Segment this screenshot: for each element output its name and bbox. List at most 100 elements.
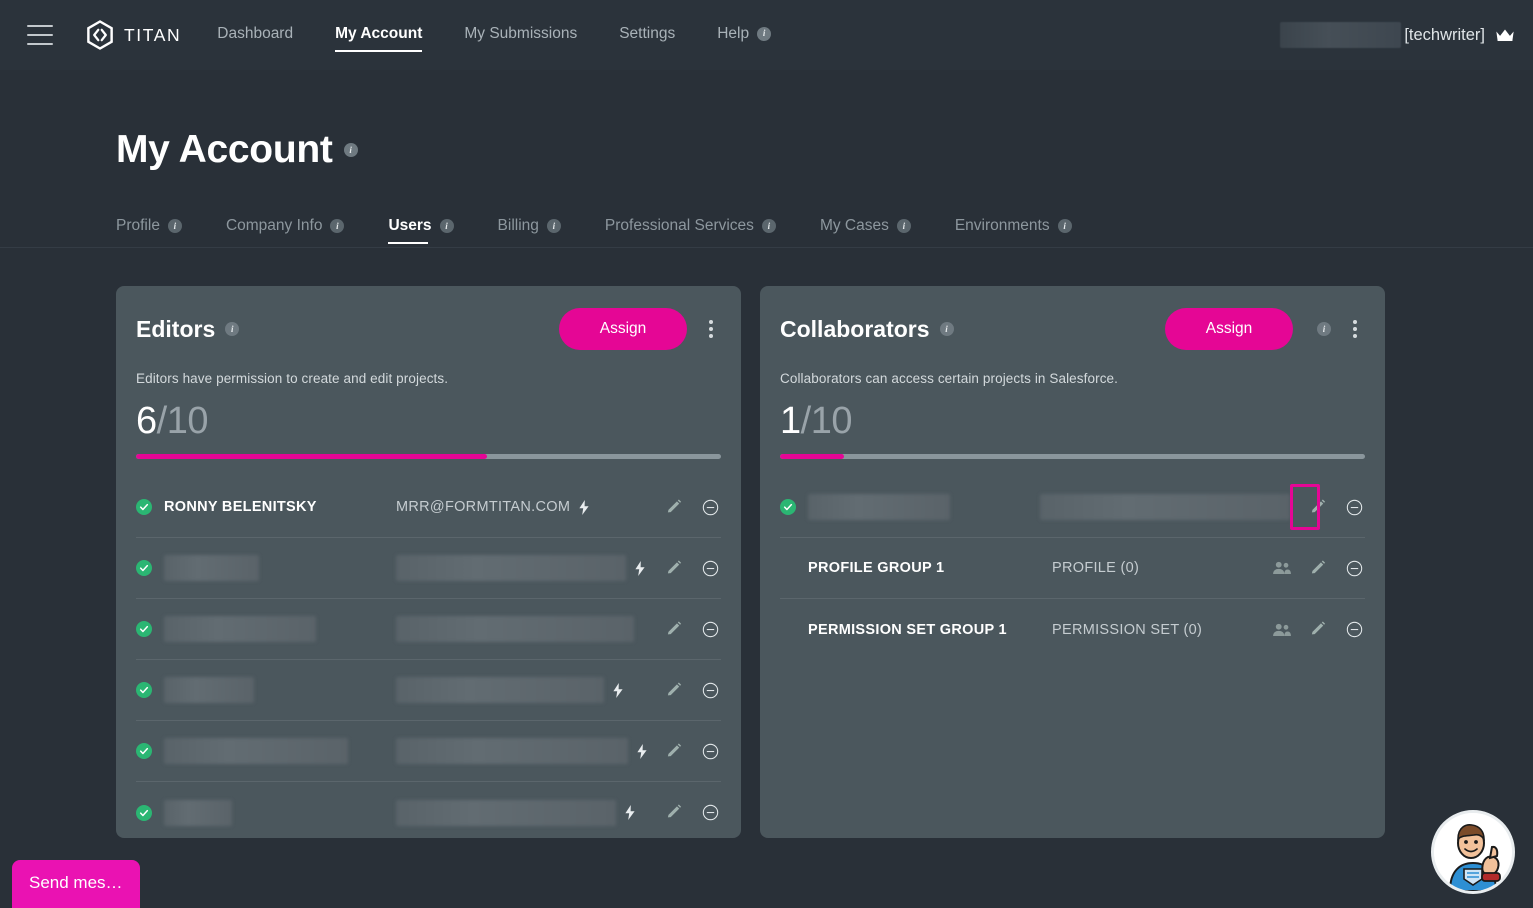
info-icon[interactable]: i bbox=[896, 219, 911, 233]
collaborator-name bbox=[808, 494, 1040, 520]
editors-progress-bar bbox=[136, 454, 721, 459]
nav-link-help[interactable]: Help i bbox=[717, 0, 772, 70]
send-message-button[interactable]: Send mes… bbox=[12, 860, 140, 908]
remove-user-icon[interactable] bbox=[699, 496, 721, 518]
group-type: PROFILE (0) bbox=[1052, 560, 1140, 576]
salesforce-bolt-icon bbox=[613, 682, 623, 698]
tab-label: Environments bbox=[954, 217, 1050, 234]
info-icon[interactable]: i bbox=[1317, 322, 1331, 336]
table-row[interactable]: PROFILE GROUP 1 PROFILE (0) bbox=[780, 538, 1365, 599]
info-icon[interactable]: i bbox=[939, 322, 954, 336]
titan-hexagon-icon bbox=[85, 20, 115, 50]
tab-billing[interactable]: Billing i bbox=[498, 204, 561, 248]
remove-user-icon[interactable] bbox=[699, 557, 721, 579]
collaborators-overflow-menu-icon[interactable] bbox=[1345, 318, 1365, 340]
remove-user-icon[interactable] bbox=[699, 740, 721, 762]
user-name: RONNY BELENITSKY bbox=[164, 499, 317, 515]
nav-link-settings[interactable]: Settings bbox=[619, 0, 675, 70]
brand-logo[interactable]: TITAN bbox=[85, 20, 181, 50]
edit-pencil-icon[interactable] bbox=[663, 740, 685, 762]
collaborator-email-cell bbox=[1040, 494, 1307, 520]
edit-pencil-icon[interactable] bbox=[1307, 619, 1329, 641]
user-name bbox=[164, 677, 396, 703]
collaborators-progress-fill bbox=[780, 454, 845, 459]
edit-pencil-icon[interactable] bbox=[1307, 557, 1329, 579]
editors-count-total: /10 bbox=[156, 400, 209, 442]
collaborators-assign-button[interactable]: Assign bbox=[1165, 308, 1293, 350]
edit-pencil-icon[interactable] bbox=[663, 679, 685, 701]
nav-link-dashboard[interactable]: Dashboard bbox=[217, 0, 293, 70]
redacted-user-name bbox=[164, 738, 348, 764]
collaborators-description: Collaborators can access certain project… bbox=[780, 371, 1119, 386]
table-row[interactable] bbox=[136, 599, 721, 660]
table-row[interactable] bbox=[136, 721, 721, 782]
support-mascot-avatar[interactable] bbox=[1431, 810, 1515, 894]
top-navigation-bar: TITAN Dashboard My Account My Submission… bbox=[0, 0, 1533, 70]
edit-pencil-icon[interactable] bbox=[1307, 496, 1329, 518]
user-email-cell bbox=[396, 738, 663, 764]
edit-pencil-icon[interactable] bbox=[663, 557, 685, 579]
hamburger-menu-icon[interactable] bbox=[27, 25, 53, 45]
remove-user-icon[interactable] bbox=[699, 618, 721, 640]
info-icon[interactable]: i bbox=[439, 219, 454, 233]
table-row[interactable] bbox=[136, 782, 721, 843]
nav-link-my-account[interactable]: My Account bbox=[335, 0, 423, 70]
group-name: PERMISSION SET GROUP 1 bbox=[808, 621, 1007, 638]
status-active-check-icon bbox=[136, 682, 152, 698]
table-row[interactable] bbox=[136, 660, 721, 721]
redacted-user-name bbox=[164, 616, 316, 642]
table-row[interactable]: RONNY BELENITSKY MRR@FORMTITAN.COM bbox=[136, 477, 721, 538]
tab-environments[interactable]: Environments i bbox=[955, 204, 1072, 248]
redacted-user-name bbox=[164, 799, 232, 826]
remove-group-icon[interactable] bbox=[1343, 557, 1365, 579]
table-row[interactable] bbox=[136, 538, 721, 599]
info-icon[interactable]: i bbox=[1057, 219, 1072, 233]
brand-name: TITAN bbox=[124, 24, 182, 45]
info-icon[interactable]: i bbox=[167, 219, 182, 233]
remove-group-icon[interactable] bbox=[1343, 619, 1365, 641]
user-name bbox=[164, 738, 396, 764]
salesforce-bolt-icon bbox=[637, 743, 647, 759]
edit-pencil-icon[interactable] bbox=[663, 618, 685, 640]
tab-profile[interactable]: Profile i bbox=[116, 204, 182, 248]
tab-my-cases[interactable]: My Cases i bbox=[820, 204, 911, 248]
tab-users[interactable]: Users i bbox=[388, 204, 454, 248]
redacted-user-email bbox=[396, 677, 604, 703]
edit-pencil-icon[interactable] bbox=[663, 802, 685, 824]
edit-pencil-icon[interactable] bbox=[663, 496, 685, 518]
tab-professional-services[interactable]: Professional Services i bbox=[605, 204, 776, 248]
remove-user-icon[interactable] bbox=[699, 679, 721, 701]
members-group-icon[interactable] bbox=[1271, 557, 1293, 579]
info-icon[interactable]: i bbox=[761, 219, 776, 233]
remove-user-icon[interactable] bbox=[699, 802, 721, 824]
editors-progress-fill bbox=[136, 454, 487, 459]
info-icon[interactable]: i bbox=[343, 143, 358, 157]
info-icon[interactable]: i bbox=[330, 219, 345, 233]
salesforce-bolt-icon bbox=[625, 805, 635, 820]
info-icon[interactable]: i bbox=[225, 322, 240, 336]
info-icon[interactable]: i bbox=[757, 26, 772, 41]
info-icon[interactable]: i bbox=[546, 219, 561, 233]
tab-label: Profile bbox=[116, 217, 160, 234]
editors-description: Editors have permission to create and ed… bbox=[136, 371, 449, 386]
table-row[interactable]: PERMISSION SET GROUP 1 PERMISSION SET (0… bbox=[780, 599, 1365, 660]
editors-count: 6/10 bbox=[136, 400, 721, 443]
tab-company-info[interactable]: Company Info i bbox=[226, 204, 345, 248]
user-email-cell: MRR@FORMTITAN.COM bbox=[396, 499, 663, 515]
redacted-user-email bbox=[396, 799, 616, 826]
members-group-icon[interactable] bbox=[1271, 619, 1293, 641]
editors-overflow-menu-icon[interactable] bbox=[701, 318, 721, 340]
remove-collaborator-icon[interactable] bbox=[1343, 496, 1365, 518]
user-name bbox=[164, 616, 396, 642]
group-name: PROFILE GROUP 1 bbox=[808, 560, 945, 576]
redacted-collaborator-email bbox=[1040, 494, 1290, 520]
collaborators-count-total: /10 bbox=[800, 400, 853, 442]
collaborators-card-header: Collaborators i Assign i bbox=[780, 308, 1365, 350]
table-row[interactable] bbox=[780, 477, 1365, 538]
status-active-check-icon bbox=[136, 743, 152, 759]
user-email-cell bbox=[396, 555, 663, 581]
editors-assign-button[interactable]: Assign bbox=[559, 308, 687, 350]
salesforce-bolt-icon bbox=[635, 560, 645, 576]
nav-link-my-submissions[interactable]: My Submissions bbox=[464, 0, 577, 70]
nav-link-label: My Account bbox=[335, 24, 423, 42]
